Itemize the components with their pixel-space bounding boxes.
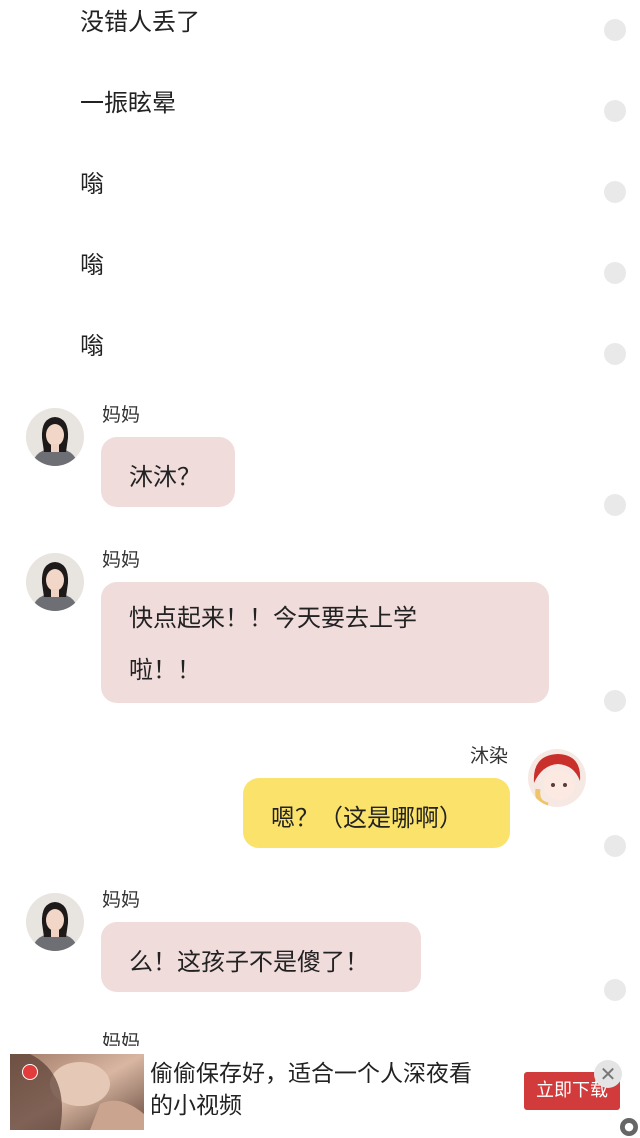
message-text: 啦！！ [129,656,201,684]
message-text: 沐沐？ [129,463,201,491]
mom-avatar[interactable] [26,553,84,611]
sender-name: 沐染 [470,745,509,767]
comment-dot-icon[interactable] [604,343,626,365]
message-bubble[interactable]: 嗯？（这是哪啊） [243,778,510,848]
ad-badge-icon [22,1064,38,1080]
mom-avatar[interactable] [26,893,84,951]
narration-line: 嗡 [80,251,104,279]
message-text: 么！这孩子不是傻了！ [129,948,369,976]
comment-dot-icon[interactable] [604,19,626,41]
comment-dot-icon[interactable] [604,100,626,122]
message-bubble[interactable]: 快点起来！！今天要去上学 啦！！ [101,582,549,703]
ad-text-line: 的小视频 [150,1093,242,1119]
sender-name: 妈妈 [102,549,141,571]
mom-avatar[interactable] [26,408,84,466]
ad-text-line: 偷偷保存好，适合一个人深夜看 [150,1061,472,1087]
sender-name: 妈妈 [102,889,141,911]
ad-banner[interactable]: 偷偷保存好，适合一个人深夜看 的小视频 立即下载 ✕ [0,1046,640,1138]
sender-name: 妈妈 [102,404,141,426]
comment-dot-icon[interactable] [604,835,626,857]
comment-dot-icon[interactable] [604,262,626,284]
ad-close-icon[interactable]: ✕ [594,1060,622,1088]
comment-dot-icon[interactable] [604,979,626,1001]
comment-dot-icon[interactable] [604,181,626,203]
narration-line: 嗡 [80,170,104,198]
self-avatar[interactable] [528,749,586,807]
ad-thumbnail[interactable] [10,1054,144,1130]
comment-dot-icon[interactable] [604,494,626,516]
eye-icon[interactable]: ● [620,1118,638,1136]
message-bubble[interactable]: 沐沐？ [101,437,235,507]
narration-line: 嗡 [80,332,104,360]
story-chat-page: 没错人丢了 一振眩晕 嗡 嗡 嗡 妈妈 沐沐？ 妈妈 快点起来！！今天要去上学 [0,0,640,1138]
message-text: 快点起来！！今天要去上学 [129,604,417,632]
narration-line: 一振眩晕 [80,89,176,117]
message-bubble[interactable]: 么！这孩子不是傻了！ [101,922,421,992]
narration-line: 没错人丢了 [80,8,200,36]
message-text: 嗯？（这是哪啊） [271,804,463,832]
comment-dot-icon[interactable] [604,690,626,712]
ad-text[interactable]: 偷偷保存好，适合一个人深夜看 的小视频 [150,1058,510,1122]
